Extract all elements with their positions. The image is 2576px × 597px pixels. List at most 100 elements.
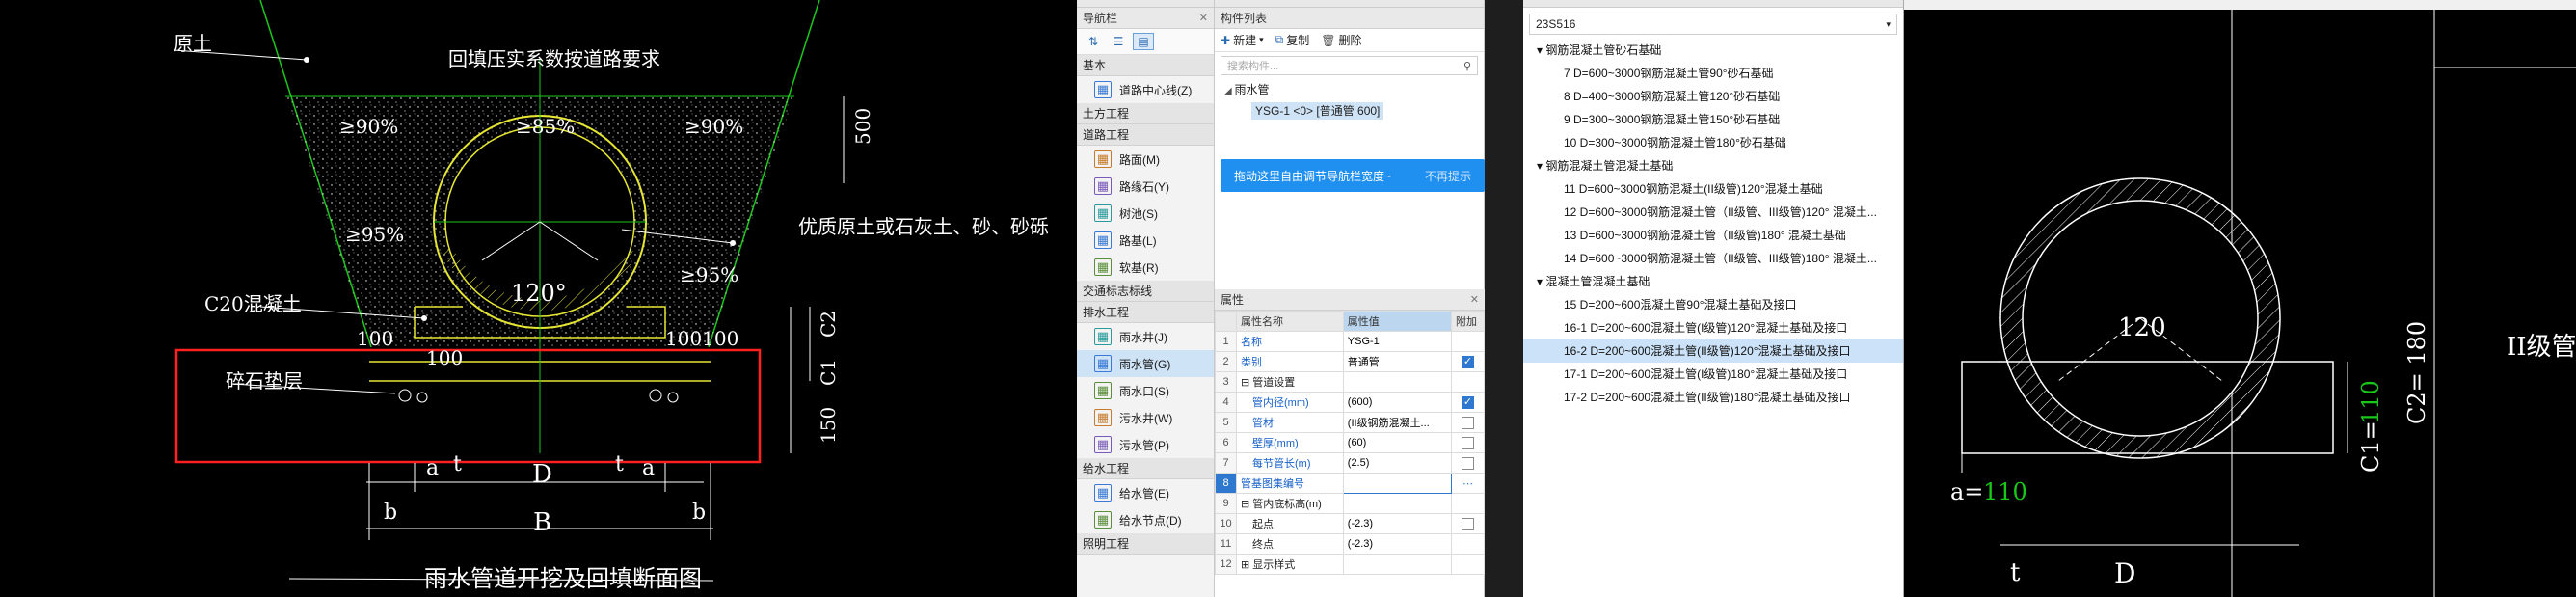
tree-parent-rain-pipe[interactable]: ◢ 雨水管	[1215, 79, 1484, 100]
ellipsis-icon[interactable]: ⋯	[1462, 478, 1473, 490]
nav-item[interactable]: ▦ 雨水口(S)	[1077, 377, 1214, 404]
property-row[interactable]: 1 名称 YSG-1	[1215, 331, 1485, 352]
nav-item[interactable]: ▦ 树池(S)	[1077, 200, 1214, 227]
nav-item[interactable]: ▦ 雨水井(J)	[1077, 323, 1214, 350]
property-row[interactable]: 3 ⊟ 管道设置	[1215, 371, 1485, 393]
property-value[interactable]: YSG-1	[1342, 331, 1453, 352]
nav-item[interactable]: ▦ 雨水管(G)	[1077, 350, 1214, 377]
search-icon[interactable]: ⚲	[1463, 60, 1471, 72]
atlas-item[interactable]: 12 D=600~3000钢筋混凝土管（II级管、III级管)120° 混凝土.…	[1523, 201, 1903, 224]
dim-c1: C1	[817, 359, 840, 386]
property-value[interactable]: 普通管	[1342, 351, 1453, 372]
nav-item[interactable]: ▦ 道路中心线(Z)	[1077, 76, 1214, 103]
property-value[interactable]	[1342, 554, 1453, 575]
atlas-item[interactable]: 16-2 D=200~600混凝土管(II级管)120°混凝土基础及接口	[1523, 339, 1903, 363]
property-value[interactable]	[1342, 371, 1453, 393]
col-prop-value: 属性值	[1342, 311, 1453, 332]
nav-group-header[interactable]: 交通标志标线	[1077, 281, 1214, 302]
property-row[interactable]: 5 管材 (II级钢筋混凝土...	[1215, 412, 1485, 433]
dim-t-right: t	[615, 452, 624, 476]
nav-item[interactable]: ▦ 给水管(E)	[1077, 479, 1214, 506]
drawing-title: 雨水管道开挖及回填断面图	[424, 565, 702, 592]
cad-drawing-right[interactable]: 120 a= 110 C1= 110 C2= 180 II级管 t D	[1904, 0, 2576, 597]
nav-item[interactable]: ▦ 污水井(W)	[1077, 404, 1214, 431]
property-value[interactable]	[1342, 493, 1453, 514]
atlas-item[interactable]: 10 D=300~3000钢筋混凝土管180°砂石基础	[1523, 131, 1903, 154]
atlas-item[interactable]: 14 D=600~3000钢筋混凝土管（II级管、III级管)180° 混凝土.…	[1523, 247, 1903, 270]
property-row[interactable]: 2 类别 普通管 ✓	[1215, 351, 1485, 372]
property-value[interactable]: (II级钢筋混凝土...	[1342, 412, 1453, 433]
nav-item[interactable]: ▦ 路基(L)	[1077, 227, 1214, 254]
panel-separator	[1485, 0, 1523, 597]
atlas-item[interactable]: 8 D=400~3000钢筋混凝土管120°砂石基础	[1523, 85, 1903, 108]
atlas-item[interactable]: 15 D=200~600混凝土管90°混凝土基础及接口	[1523, 293, 1903, 316]
atlas-item[interactable]: 17-1 D=200~600混凝土管(I级管)180°混凝土基础及接口	[1523, 363, 1903, 386]
atlas-item[interactable]: 17-2 D=200~600混凝土管(II级管)180°混凝土基础及接口	[1523, 386, 1903, 409]
atlas-dropdown[interactable]: 23S516 ▾	[1529, 14, 1897, 35]
copy-button[interactable]: ⧉ 复制	[1275, 32, 1310, 48]
property-row[interactable]: 11 终点 (-2.3)	[1215, 533, 1485, 555]
nav-item[interactable]: ▦ 路缘石(Y)	[1077, 173, 1214, 200]
nav-item[interactable]: ▦ 软基(R)	[1077, 254, 1214, 281]
checkbox[interactable]	[1462, 436, 1474, 449]
nav-group-header[interactable]: 排水工程	[1077, 302, 1214, 323]
checkbox[interactable]: ✓	[1462, 395, 1474, 409]
property-row[interactable]: 6 壁厚(mm) (60)	[1215, 432, 1485, 453]
checkbox[interactable]	[1462, 517, 1474, 530]
property-value[interactable]: (-2.3)	[1342, 533, 1453, 555]
property-value[interactable]: (2.5)	[1342, 452, 1453, 474]
resize-tip-banner[interactable]: 拖动这里自由调节导航栏宽度~ 不再提示	[1221, 159, 1485, 192]
tree-child-component[interactable]: YSG-1 <0> [普通管 600]	[1215, 100, 1484, 122]
nav-item-label: 污水管(P)	[1119, 438, 1169, 452]
nav-group-header[interactable]: 土方工程	[1077, 103, 1214, 124]
property-value[interactable]: (60)	[1342, 432, 1453, 453]
new-label: 新建	[1233, 34, 1257, 47]
atlas-category[interactable]: ▾ 钢筋混凝土管砂石基础	[1523, 39, 1903, 62]
nav-item[interactable]: ▦ 污水管(P)	[1077, 431, 1214, 458]
detail-view-icon[interactable]: ▤	[1133, 33, 1154, 50]
top-strip-mid	[1215, 0, 1484, 8]
atlas-item[interactable]: 9 D=300~3000钢筋混凝土管150°砂石基础	[1523, 108, 1903, 131]
property-value[interactable]: (600)	[1342, 392, 1453, 413]
close-icon[interactable]: ✕	[1470, 289, 1479, 311]
nav-item[interactable]: ▦ 给水节点(D)	[1077, 506, 1214, 533]
atlas-category[interactable]: ▾ 混凝土管混凝土基础	[1523, 270, 1903, 293]
dim-a-left: a	[426, 456, 439, 480]
checkbox[interactable]	[1462, 456, 1474, 470]
property-extra	[1451, 432, 1485, 453]
property-value[interactable]	[1342, 473, 1453, 494]
atlas-item[interactable]: 16-1 D=200~600混凝土管(I级管)120°混凝土基础及接口	[1523, 316, 1903, 339]
property-value[interactable]: (-2.3)	[1342, 513, 1453, 534]
atlas-item[interactable]: 11 D=600~3000钢筋混凝土(II级管)120°混凝土基础	[1523, 177, 1903, 201]
tip-dismiss-link[interactable]: 不再提示	[1425, 168, 1471, 184]
dim-100-b: 100	[426, 346, 463, 369]
property-row[interactable]: 4 管内径(mm) (600) ✓	[1215, 392, 1485, 413]
atlas-category[interactable]: ▾ 钢筋混凝土管混凝土基础	[1523, 154, 1903, 177]
property-row[interactable]: 7 每节管长(m) (2.5)	[1215, 452, 1485, 474]
collapse-icon[interactable]: ⇅	[1083, 33, 1104, 50]
component-search-input[interactable]: 搜索构件... ⚲	[1221, 56, 1478, 75]
nav-item[interactable]: ▦ 路面(M)	[1077, 146, 1214, 173]
nav-group-header[interactable]: 基本	[1077, 55, 1214, 76]
delete-button[interactable]: 🗑 删除	[1321, 32, 1361, 48]
nav-group-header[interactable]: 照明工程	[1077, 533, 1214, 555]
atlas-item[interactable]: 13 D=600~3000钢筋混凝土管（II级管)180° 混凝土基础	[1523, 224, 1903, 247]
atlas-item[interactable]: 7 D=600~3000钢筋混凝土管90°砂石基础	[1523, 62, 1903, 85]
property-row[interactable]: 10 起点 (-2.3)	[1215, 513, 1485, 534]
nav-group-header[interactable]: 道路工程	[1077, 124, 1214, 146]
property-row[interactable]: 9 ⊟ 管内底标高(m)	[1215, 493, 1485, 514]
cad-drawing-left[interactable]: 原土 回填压实系数按道路要求 ≥90% ≥85% ≥90% ≥95% ≥95% …	[0, 0, 1077, 597]
list-view-icon[interactable]: ☰	[1108, 33, 1129, 50]
label-compaction-95-left: ≥95%	[345, 223, 404, 246]
checkbox[interactable]	[1462, 416, 1474, 429]
rain-well-icon: ▦	[1094, 328, 1112, 345]
component-toolbar: ✚ 新建 ▾ ⧉ 复制 🗑 删除	[1215, 29, 1484, 52]
checkbox[interactable]: ✓	[1462, 355, 1474, 368]
properties-body: 1 名称 YSG-1 2 类别 普通管 ✓ 3 ⊟ 管道设置 4 管内径(mm) (600) ✓ 5 管材(…	[1215, 331, 1485, 575]
pin-icon[interactable]: ✕	[1199, 8, 1208, 29]
property-row[interactable]: 12 ⊞ 显示样式	[1215, 554, 1485, 575]
property-row[interactable]: 8 管基图集编号 ⋯	[1215, 473, 1485, 494]
new-button[interactable]: ✚ 新建 ▾	[1221, 32, 1264, 48]
water-node-icon: ▦	[1094, 511, 1112, 529]
nav-group-header[interactable]: 给水工程	[1077, 458, 1214, 479]
